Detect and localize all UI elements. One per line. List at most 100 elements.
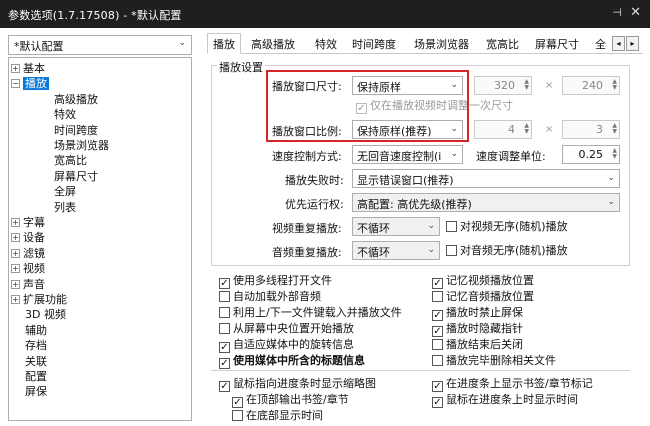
ratio-height-stepper[interactable]: 3 ▲ ▼ <box>562 120 620 139</box>
show-time-checkbox[interactable]: ✓ 鼠标在进度条上时显示时间 <box>432 393 578 408</box>
tab-time-span[interactable]: 时间跨度 <box>352 36 396 52</box>
stepper-arrows-icon: ▲ ▼ <box>612 147 617 160</box>
tab-scroll-right-icon[interactable]: ▸ <box>626 36 639 51</box>
option-checkbox[interactable]: ✓ 使用多线程打开文件 <box>219 274 332 289</box>
chevron-down-icon: ⌄ <box>607 197 615 207</box>
option-checkbox[interactable]: ✓ 使用媒体中所含的标题信息 <box>219 354 365 369</box>
expand-icon[interactable]: + <box>11 279 20 289</box>
speed-unit-stepper[interactable]: 0.25 ▲ ▼ <box>562 145 620 164</box>
tree-item[interactable]: 高级播放 <box>54 93 98 107</box>
tree-item[interactable]: 列表 <box>54 201 76 215</box>
stepper-arrows-icon: ▲ ▼ <box>612 122 617 135</box>
option-checkbox[interactable]: 记忆音频播放位置 <box>432 290 534 304</box>
tab-scroll-left-icon[interactable]: ◂ <box>612 36 625 51</box>
tree-item[interactable]: 辅助 <box>25 324 47 338</box>
option-label: 播放结束后关闭 <box>446 338 523 351</box>
checkbox-unchecked-icon <box>219 291 230 302</box>
thumb-label: 鼠标指向进度条时显示缩略图 <box>233 377 376 390</box>
tree-item[interactable]: 场景浏览器 <box>54 139 109 153</box>
tree-item[interactable]: 全屏 <box>54 185 76 199</box>
title-bar: 参数选项(1.7.17508) - *默认配置 ⊣ ✕ <box>0 0 650 28</box>
priority-select[interactable]: 高配置: 高优先级(推荐) ⌄ <box>352 193 620 212</box>
tab-scene-browser[interactable]: 场景浏览器 <box>414 36 469 52</box>
expand-icon[interactable]: + <box>11 233 20 243</box>
checkbox-checked-icon: ✓ <box>219 358 230 369</box>
window-width-stepper[interactable]: 320 ▲ ▼ <box>474 76 532 95</box>
expand-icon[interactable]: + <box>11 218 20 227</box>
tree-item[interactable]: 关联 <box>25 355 47 369</box>
option-checkbox[interactable]: 利用上/下一文件键载入并播放文件 <box>219 306 402 320</box>
tree-item[interactable]: + 字幕 <box>11 216 45 230</box>
tree-item-label: 场景浏览器 <box>54 139 109 152</box>
tree-item[interactable]: + 视频 <box>11 262 45 276</box>
checkbox-unchecked-icon <box>219 323 230 334</box>
video-random-checkbox[interactable]: 对视频无序(随机)播放 <box>446 220 568 234</box>
tree-item[interactable]: 宽高比 <box>54 154 87 168</box>
option-checkbox[interactable]: 播放结束后关闭 <box>432 338 523 352</box>
tree-item[interactable]: − 播放 <box>11 77 49 91</box>
pin-icon[interactable]: ⊣ <box>612 6 622 19</box>
collapse-icon[interactable]: − <box>11 79 20 89</box>
tab-fullscreen[interactable]: 全 <box>595 36 606 52</box>
tree-item-label: 屏幕尺寸 <box>54 169 98 183</box>
tree-item[interactable]: + 扩展功能 <box>11 293 67 307</box>
tree-item-label: 列表 <box>54 200 76 214</box>
tab-aspect-ratio[interactable]: 宽高比 <box>486 36 519 52</box>
ratio-width-stepper[interactable]: 4 ▲ ▼ <box>474 120 532 139</box>
tree-item-label: 高级播放 <box>54 92 98 106</box>
tree-item[interactable]: + 基本 <box>11 62 45 76</box>
expand-icon[interactable]: + <box>11 248 20 258</box>
checkbox-unchecked-icon <box>446 221 457 232</box>
tree-item-label: 时间跨度 <box>54 123 98 137</box>
checkbox-checked-icon: ✓ <box>432 397 443 408</box>
tree-item[interactable]: 配置 <box>25 370 47 384</box>
close-icon[interactable]: ✕ <box>630 5 641 20</box>
option-checkbox[interactable]: 播放完毕删除相关文件 <box>432 354 556 368</box>
option-checkbox[interactable]: ✓ 自适应媒体中的旋转信息 <box>219 338 354 353</box>
tab-effects[interactable]: 特效 <box>315 36 337 52</box>
tree-item[interactable]: 3D 视频 <box>25 308 66 322</box>
tree-item[interactable]: + 设备 <box>11 231 45 245</box>
tab-strip: 播放 高级播放 特效 时间跨度 场景浏览器 宽高比 屏幕尺寸 全 ◂ ▸ <box>207 33 643 54</box>
option-checkbox[interactable]: ✓ 播放时隐藏指针 <box>432 322 523 337</box>
tab-playback[interactable]: 播放 <box>207 33 241 54</box>
thumb-bottom-checkbox[interactable]: 在底部显示时间 <box>232 409 323 423</box>
speed-mode-select[interactable]: 无回音速度控制(i ⌄ <box>352 145 463 164</box>
fail-select[interactable]: 显示错误窗口(推荐) ⌄ <box>352 169 620 188</box>
expand-icon[interactable]: + <box>11 264 20 274</box>
thumb-top-checkbox[interactable]: ✓ 在顶部输出书签/章节 <box>232 393 349 408</box>
tree-item[interactable]: 屏幕尺寸 <box>54 170 98 184</box>
ratio-height-value: 3 <box>596 123 603 136</box>
tab-advanced-playback[interactable]: 高级播放 <box>251 36 295 52</box>
option-checkbox[interactable]: 自动加载外部音频 <box>219 290 321 304</box>
expand-icon[interactable]: + <box>11 295 20 304</box>
thumb-top-label: 在顶部输出书签/章节 <box>246 393 349 406</box>
tree-item[interactable]: 屏保 <box>25 385 47 399</box>
audio-repeat-select[interactable]: 不循环 ⌄ <box>352 241 440 260</box>
tree-item[interactable]: + 滤镜 <box>11 247 45 261</box>
audio-random-checkbox[interactable]: 对音频无序(随机)播放 <box>446 244 568 258</box>
tree-item[interactable]: + 声音 <box>11 278 45 292</box>
tree-item[interactable]: 特效 <box>54 108 76 122</box>
video-repeat-select[interactable]: 不循环 ⌄ <box>352 217 440 236</box>
show-marks-label: 在进度条上显示书签/章节标记 <box>446 377 593 390</box>
preset-select[interactable]: *默认配置 ⌄ <box>8 35 192 55</box>
show-marks-checkbox[interactable]: ✓ 在进度条上显示书签/章节标记 <box>432 377 593 392</box>
window-height-stepper[interactable]: 240 ▲ ▼ <box>562 76 620 95</box>
thumb-checkbox[interactable]: ✓ 鼠标指向进度条时显示缩略图 <box>219 377 376 392</box>
tab-screen-size[interactable]: 屏幕尺寸 <box>535 36 579 52</box>
tree-item-label: 全屏 <box>54 185 76 199</box>
times-sign: × <box>545 80 554 91</box>
window-title: 参数选项(1.7.17508) - *默认配置 <box>8 9 182 22</box>
tree-item-label: 基本 <box>23 62 45 75</box>
priority-value: 高配置: 高优先级(推荐) <box>357 198 472 211</box>
checkbox-unchecked-icon <box>432 355 443 366</box>
chevron-down-icon: ⌄ <box>427 221 435 231</box>
tree-item[interactable]: 存档 <box>25 339 47 353</box>
option-checkbox[interactable]: ✓ 记忆视频播放位置 <box>432 274 534 289</box>
option-checkbox[interactable]: 从屏幕中央位置开始播放 <box>219 322 354 336</box>
expand-icon[interactable]: + <box>11 64 20 73</box>
option-checkbox[interactable]: ✓ 播放时禁止屏保 <box>432 306 523 321</box>
tree-item[interactable]: 时间跨度 <box>54 124 98 138</box>
tree-item-label: 滤镜 <box>23 246 45 260</box>
